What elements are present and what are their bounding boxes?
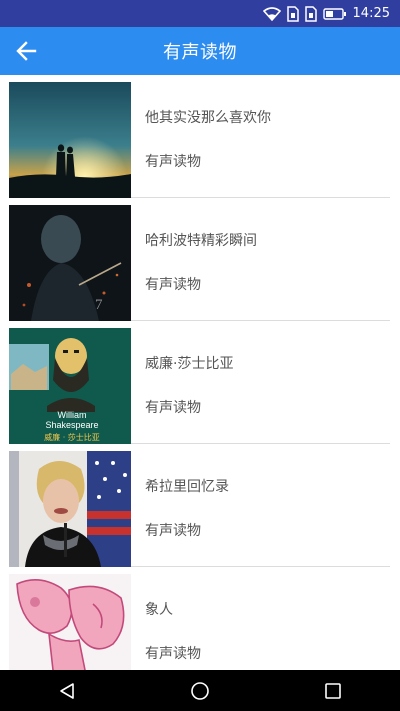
- item-title: 象人: [145, 602, 173, 618]
- list-item[interactable]: 7 哈利波特精彩瞬间 有声读物: [0, 198, 400, 321]
- item-category: 有声读物: [145, 154, 201, 170]
- thumbnail-image: 7: [9, 205, 131, 321]
- back-button[interactable]: [12, 37, 40, 65]
- nav-recents-button[interactable]: [313, 670, 353, 711]
- item-category: 有声读物: [145, 646, 201, 662]
- battery-icon: [322, 7, 347, 20]
- item-title: 威廉·莎士比亚: [145, 356, 234, 372]
- list-item[interactable]: 象人 有声读物: [0, 567, 400, 670]
- item-title: 希拉里回忆录: [145, 479, 229, 495]
- square-recents-icon: [325, 682, 342, 699]
- svg-text:7: 7: [95, 297, 103, 313]
- sim-2-icon: [304, 5, 317, 22]
- thumbnail-image: [9, 82, 131, 198]
- item-category: 有声读物: [145, 277, 201, 293]
- item-title: 哈利波特精彩瞬间: [145, 233, 257, 249]
- item-category: 有声读物: [145, 400, 201, 416]
- triangle-back-icon: [59, 682, 74, 699]
- circle-home-icon: [191, 681, 209, 700]
- thumb-caption-cn: 威廉 · 莎士比亚: [44, 433, 100, 442]
- page-title: 有声读物: [163, 42, 237, 63]
- thumbnail-image: [9, 451, 131, 567]
- list-item[interactable]: William Shakespeare 威廉 · 莎士比亚 威廉·莎士比亚 有声…: [0, 321, 400, 444]
- app-bar: 有声读物: [0, 27, 400, 75]
- thumb-caption-en: William Shakespeare: [45, 410, 99, 430]
- item-category: 有声读物: [145, 523, 201, 539]
- status-time: 14:25: [352, 6, 390, 21]
- nav-home-button[interactable]: [180, 670, 220, 711]
- system-nav-bar: [0, 670, 400, 711]
- thumbnail-image: William Shakespeare 威廉 · 莎士比亚: [9, 328, 131, 444]
- arrow-left-icon: [16, 41, 37, 61]
- thumbnail-image: [9, 574, 131, 670]
- status-bar: 14:25: [0, 0, 400, 27]
- wifi-icon: [262, 6, 281, 21]
- sim-1-icon: [286, 5, 299, 22]
- nav-back-button[interactable]: [47, 670, 87, 711]
- item-title: 他其实没那么喜欢你: [145, 110, 271, 126]
- list-item[interactable]: 希拉里回忆录 有声读物: [0, 444, 400, 567]
- audiobook-list: 他其实没那么喜欢你 有声读物 7 哈利波特精彩瞬间 有声读物 William S…: [0, 75, 400, 670]
- list-item[interactable]: 他其实没那么喜欢你 有声读物: [0, 75, 400, 198]
